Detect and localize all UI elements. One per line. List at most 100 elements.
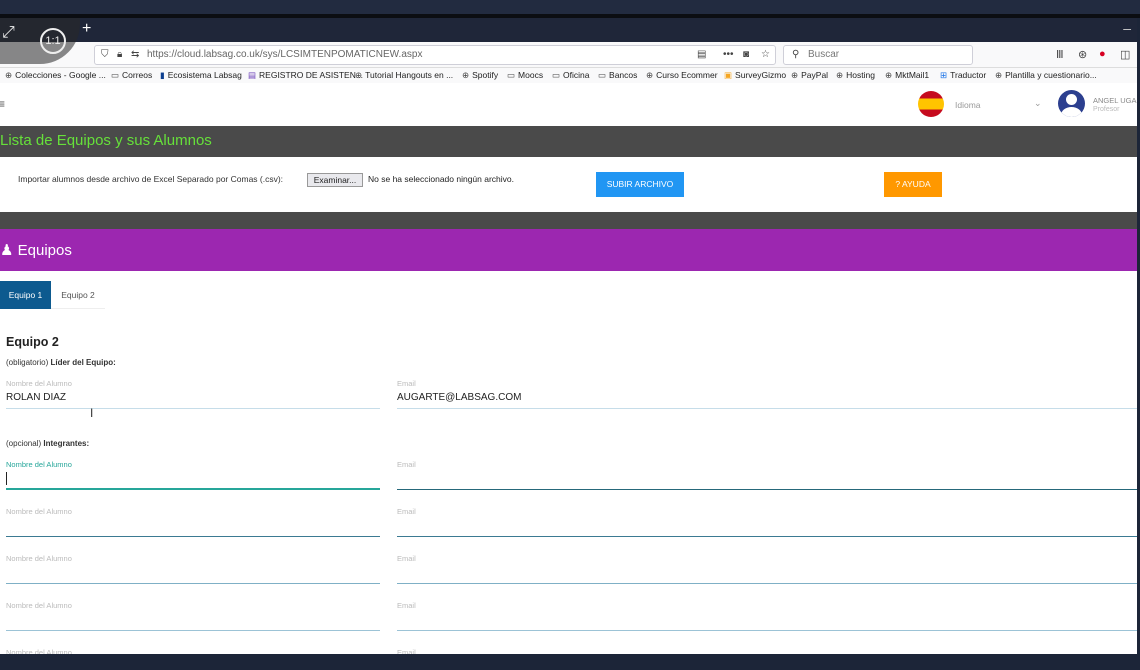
member-email-field[interactable]: Email <box>397 648 1137 654</box>
bookmark-item[interactable]: ▤ REGISTRO DE ASISTEN... <box>248 70 363 81</box>
nav-bar: ⛉ 🔒︎ ⇆ https://cloud.labsag.co.uk/sys/LC… <box>0 42 1137 68</box>
pocket-icon[interactable]: ◙ <box>743 49 749 60</box>
import-panel: Importar alumnos desde archivo de Excel … <box>0 157 1137 212</box>
bookmarks-bar: ⊕ Colecciones - Google ... ▭ Correos ▮ Ecos… <box>0 68 1137 83</box>
team-tabs: Equipo 1 Equipo 2 <box>0 281 1137 311</box>
lock-icon: 🔒︎ <box>117 49 123 60</box>
globe-icon: ⊕ <box>836 70 844 80</box>
form-icon: ▤ <box>248 70 257 80</box>
folder-icon: ▭ <box>507 70 516 80</box>
library-icon[interactable]: Ⅲ <box>1056 48 1064 61</box>
title-band: Lista de Equipos y sus Alumnos <box>0 126 1137 157</box>
tab-strip: + – <box>0 18 1137 42</box>
bookmark-item[interactable]: ⊕ Spotify <box>462 70 498 81</box>
members-section-label: (opcional) Integrantes: <box>6 439 90 448</box>
member-email-field[interactable]: Email <box>397 507 1137 537</box>
page-title: Lista de Equipos y sus Alumnos <box>0 132 212 149</box>
import-label: Importar alumnos desde archivo de Excel … <box>18 174 284 184</box>
page-content: ≡ Idioma ⌄ ANGEL UGA Profesor Lista de E… <box>0 83 1137 654</box>
bookmark-item[interactable]: ⊕ Plantilla y cuestionario... <box>995 70 1097 81</box>
member-email-field[interactable]: Email <box>397 601 1137 631</box>
bookmark-item[interactable]: ▭ Correos <box>111 70 152 81</box>
globe-icon: ⊕ <box>995 70 1003 80</box>
shield-icon: ⛉ <box>101 49 109 60</box>
leader-email-value: AUGARTE@LABSAG.COM <box>397 392 522 403</box>
member-email-field[interactable]: Email <box>397 554 1137 584</box>
bookmark-item[interactable]: ⊕ Colecciones - Google ... <box>5 70 106 81</box>
team-title: Equipo 2 <box>6 335 59 349</box>
leader-name-value: ROLAN DIAZ <box>6 392 67 403</box>
globe-icon: ⊕ <box>355 70 363 80</box>
tab-equipo-2[interactable]: Equipo 2 <box>51 281 105 309</box>
leader-section-label: (obligatorio) Líder del Equipo: <box>6 358 116 367</box>
input-caret <box>6 472 7 485</box>
app-header: ≡ Idioma ⌄ ANGEL UGA Profesor <box>0 83 1137 126</box>
globe-icon: ⊕ <box>646 70 654 80</box>
bookmark-item[interactable]: ⊕ MktMail1 <box>885 70 929 81</box>
bookmark-item[interactable]: ⊕ Hosting <box>836 70 875 81</box>
permissions-icon: ⇆ <box>131 49 140 60</box>
more-actions-icon[interactable]: ••• <box>723 49 734 60</box>
member-name-field[interactable]: Nombre del Alumno <box>6 507 380 537</box>
sidebar-icon[interactable]: ◫ <box>1120 48 1130 61</box>
bookmark-item[interactable]: ⊕ Tutorial Hangouts en ... <box>355 70 453 81</box>
search-placeholder: Buscar <box>808 49 840 60</box>
bookmark-item[interactable]: ⊕ PayPal <box>791 70 828 81</box>
bookmark-item[interactable]: ⊕ Curso Ecommer <box>646 70 718 81</box>
bookmark-star-icon[interactable]: ☆ <box>761 49 770 60</box>
team-icon: ♟︎ <box>0 242 18 259</box>
user-role: Profesor <box>1093 106 1120 113</box>
globe-icon: ⊕ <box>5 70 13 80</box>
bookmark-item[interactable]: ▮ Ecosistema Labsag <box>160 70 242 81</box>
leader-email-field[interactable]: Email AUGARTE@LABSAG.COM <box>397 379 1137 409</box>
reader-view-icon[interactable]: ▤ <box>697 49 706 60</box>
minimize-button[interactable]: – <box>1123 20 1131 36</box>
spain-flag-icon[interactable] <box>918 91 944 117</box>
zoom-icon[interactable]: 1:1 <box>40 28 66 54</box>
globe-icon: ⊕ <box>462 70 470 80</box>
search-input[interactable]: ⚲ Buscar <box>783 45 973 65</box>
file-status: No se ha seleccionado ningún archivo. <box>368 174 515 184</box>
adblock-icon[interactable]: ● <box>1099 48 1106 60</box>
teams-header: ♟︎ Equipos <box>0 229 1137 271</box>
bookmark-item[interactable]: ▣ SurveyGizmo <box>724 70 786 81</box>
bookmark-item[interactable]: ⊞ Traductor <box>940 70 986 81</box>
globe-icon: ⊕ <box>791 70 799 80</box>
member-name-field[interactable]: Nombre del Alumno <box>6 648 380 654</box>
teams-title: ♟︎ Equipos <box>0 242 72 259</box>
avatar[interactable] <box>1058 90 1085 117</box>
translate-icon: ⊞ <box>940 70 948 80</box>
menu-icon[interactable]: ≡ <box>0 97 5 111</box>
upload-button[interactable]: SUBIR ARCHIVO <box>596 172 684 197</box>
browse-button[interactable]: Examinar... <box>307 173 363 187</box>
chevron-down-icon[interactable]: ⌄ <box>1034 98 1042 109</box>
surveygizmo-icon: ▣ <box>724 70 733 80</box>
url-text: https://cloud.labsag.co.uk/sys/LCSIMTENP… <box>147 49 423 60</box>
url-bar[interactable]: ⛉ 🔒︎ ⇆ https://cloud.labsag.co.uk/sys/LC… <box>94 45 776 65</box>
bookmark-item[interactable]: ▭ Oficina <box>552 70 590 81</box>
bookmark-item[interactable]: ▭ Bancos <box>598 70 637 81</box>
labsag-icon: ▮ <box>160 70 165 80</box>
folder-icon: ▭ <box>552 70 561 80</box>
member-name-field[interactable]: Nombre del Alumno <box>6 460 380 490</box>
member-email-field[interactable]: Email <box>397 460 1137 490</box>
extension-icon[interactable]: ⊛ <box>1078 48 1087 61</box>
help-button[interactable]: ? AYUDA <box>884 172 942 197</box>
leader-name-field[interactable]: Nombre del Alumno ROLAN DIAZ <box>6 379 380 409</box>
folder-icon: ▭ <box>598 70 607 80</box>
member-name-field[interactable]: Nombre del Alumno <box>6 554 380 584</box>
section-divider <box>0 212 1137 229</box>
language-selector[interactable]: Idioma <box>955 100 981 110</box>
user-name: ANGEL UGA <box>1093 96 1137 105</box>
text-cursor-icon: I <box>90 406 94 420</box>
search-icon: ⚲ <box>792 49 800 60</box>
folder-icon: ▭ <box>111 70 120 80</box>
member-name-field[interactable]: Nombre del Alumno <box>6 601 380 631</box>
bookmark-item[interactable]: ▭ Moocs <box>507 70 543 81</box>
browser-window: + – ⛉ 🔒︎ ⇆ https://cloud.labsag.co.uk/sy… <box>0 18 1137 654</box>
new-tab-button[interactable]: + <box>82 20 91 38</box>
screen-frame: + – ⛉ 🔒︎ ⇆ https://cloud.labsag.co.uk/sy… <box>0 0 1140 670</box>
expand-icon[interactable]: ⤢ <box>2 24 15 42</box>
globe-icon: ⊕ <box>885 70 893 80</box>
tab-equipo-1[interactable]: Equipo 1 <box>0 281 51 309</box>
